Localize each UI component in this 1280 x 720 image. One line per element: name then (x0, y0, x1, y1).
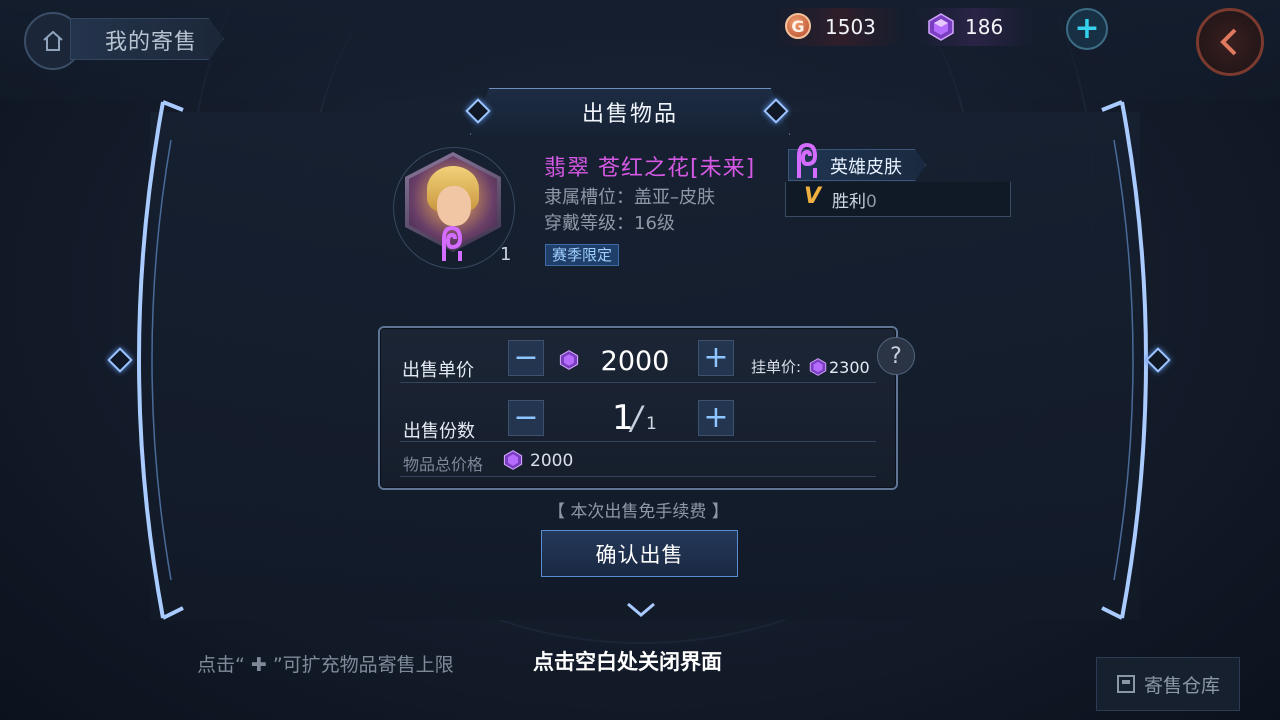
warehouse-icon (1116, 675, 1135, 693)
row-divider (400, 441, 876, 442)
total-price-value: 2000 (530, 451, 574, 471)
confirm-sell-button[interactable]: 确认出售 (541, 530, 738, 577)
total-price-label: 物品总价格 (403, 455, 484, 474)
row-divider (400, 476, 876, 477)
purple-gem-icon (503, 450, 523, 470)
purple-gem-icon (809, 358, 827, 376)
recharge-button[interactable]: + (1066, 8, 1108, 50)
quantity-decrease-button[interactable]: − (508, 400, 544, 436)
purple-gem-icon (928, 13, 954, 41)
unit-price-decrease-button[interactable]: − (508, 340, 544, 376)
listed-price-value: 2300 (829, 358, 870, 377)
season-limited-badge: 赛季限定 (545, 244, 620, 266)
dialog-title-bar: 出售物品 (470, 88, 790, 135)
expand-limit-hint: 点击“ ✚ ”可扩充物品寄售上限 (197, 654, 454, 676)
page-title: 我的寄售 (105, 30, 198, 55)
hero-skin-emblem-icon (442, 225, 463, 261)
victory-value: 0 (866, 192, 877, 212)
minus-icon: − (513, 340, 539, 375)
item-name: 翡翠 苍红之花[未来] (544, 156, 756, 181)
help-button[interactable]: ? (877, 337, 915, 375)
close-hint[interactable]: 点击空白处关闭界面 (533, 646, 722, 676)
item-type-label: 英雄皮肤 (830, 157, 902, 178)
chevron-left-icon (1220, 28, 1237, 56)
row-divider (400, 382, 876, 383)
chevron-down-icon (627, 602, 655, 617)
victory-icon: V (804, 184, 822, 209)
gem-amount: 186 (965, 15, 1004, 39)
quantity-separator: / (631, 399, 642, 437)
fee-free-note: 【 本次出售免手续费 】 (548, 502, 729, 522)
quantity-label: 出售份数 (403, 421, 475, 442)
victory-stat: 胜利0 (832, 187, 877, 212)
item-slot: 隶属槽位：盖亚–皮肤 (544, 187, 715, 208)
item-level: 穿戴等级：16级 (544, 213, 675, 234)
hero-skin-type-icon (797, 142, 818, 178)
warehouse-label: 寄售仓库 (1143, 674, 1220, 697)
purple-gem-icon (559, 350, 579, 370)
question-mark-icon: ? (890, 343, 902, 369)
listed-price-label: 挂单价: (751, 358, 802, 376)
unit-price-label: 出售单价 (402, 360, 474, 381)
dialog-title: 出售物品 (581, 102, 678, 127)
gold-coin-icon: G (785, 13, 811, 39)
minus-icon: − (513, 400, 539, 435)
consignment-warehouse-button[interactable]: 寄售仓库 (1096, 657, 1240, 711)
gold-amount: 1503 (825, 15, 876, 39)
item-quantity: 1 (500, 244, 512, 265)
quantity-max: 1 (646, 414, 657, 434)
unit-price-increase-button[interactable]: + (698, 340, 734, 376)
plus-icon: + (703, 340, 729, 375)
quantity-increase-button[interactable]: + (698, 400, 734, 436)
plus-icon: + (1074, 11, 1100, 46)
unit-price-value[interactable]: 2000 (590, 346, 680, 377)
back-button[interactable] (1196, 8, 1264, 76)
plus-icon: + (703, 400, 729, 435)
home-icon (43, 30, 63, 51)
victory-label: 胜利 (832, 192, 866, 212)
